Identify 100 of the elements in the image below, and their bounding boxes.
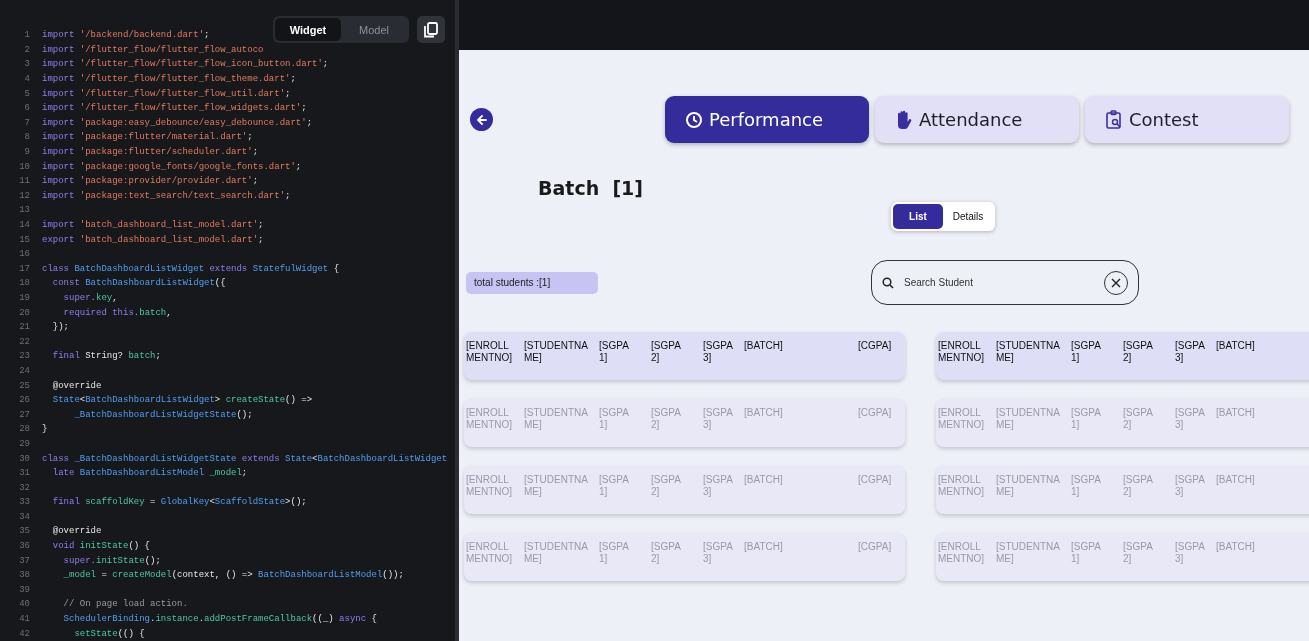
code-line: _BatchDashboardListWidgetState(); (73, 409, 253, 420)
code-line: @override (51, 526, 102, 537)
close-icon (1111, 277, 1121, 288)
line-number: 17 (18, 263, 31, 274)
line-number: 39 (18, 584, 31, 595)
code-line: import 'batch_dashboard_list_model.dart'; (42, 220, 264, 230)
line-number: 20 (18, 307, 31, 318)
student-card[interactable]: [ENROLLMENTNO] [STUDENTNAME] [SGPA1] [SGPA2] [SGPA3] [BATCH] (936, 332, 1309, 380)
code-line: import 'package:flutter/scheduler.dart'; (42, 147, 259, 158)
code-line: super.key, (62, 293, 118, 303)
code-line: import 'package:flutter/material.dart'; (42, 132, 253, 143)
line-number: 6 (23, 103, 31, 114)
line-number: 34 (18, 511, 31, 522)
copy-icon (424, 21, 438, 38)
card-field: [SGPA1] (599, 340, 635, 364)
code-line: final String? batch; (51, 351, 161, 362)
card-field: [STUDENTNAME] (524, 474, 588, 498)
card-field: [STUDENTNAME] (524, 541, 588, 565)
line-number: 16 (18, 249, 31, 260)
line-number: 26 (18, 395, 31, 406)
code-line: setState(() { (73, 628, 145, 639)
card-field: [CGPA] (858, 340, 898, 352)
card-field: [SGPA3] (703, 407, 739, 431)
code-line: required this.batch, (62, 307, 172, 318)
line-number: 40 (18, 599, 31, 610)
card-field: [SGPA1] (1071, 474, 1107, 498)
code-line: import '/flutter_flow/flutter_flow_icon_button.dart'; (42, 59, 329, 70)
card-field: [SGPA3] (1175, 474, 1211, 498)
card-field: [SGPA1] (1071, 340, 1107, 364)
line-number: 38 (18, 570, 31, 581)
code-line: import '/backend/backend.dart'; (42, 30, 210, 41)
code-line: }); (51, 322, 69, 333)
line-number: 15 (18, 234, 31, 245)
copy-button[interactable] (417, 16, 445, 43)
card-field: [CGPA] (858, 541, 898, 553)
code-line: _model = createModel(context, () => BatchDashboardListModel()); (62, 570, 404, 581)
line-number: 5 (23, 88, 31, 99)
line-number: 23 (18, 351, 31, 362)
nav-tab[interactable]: Contest (1085, 96, 1289, 143)
nav-tab[interactable]: Attendance (875, 96, 1079, 143)
line-number: 7 (23, 117, 31, 128)
card-field: [SGPA1] (599, 541, 635, 565)
card-field: [ENROLLMENTNO] (938, 407, 989, 431)
line-number: 13 (18, 205, 31, 216)
toggle-option[interactable]: Widget (275, 18, 341, 41)
line-number: 24 (18, 365, 31, 376)
card-field: [SGPA3] (1175, 541, 1211, 565)
card-field: [STUDENTNAME] (524, 407, 588, 431)
code-line: late BatchDashboardListModel _model; (51, 468, 248, 479)
card-field: [BATCH] (1216, 474, 1260, 486)
card-field: [BATCH] (744, 407, 788, 419)
card-field: [STUDENTNAME] (996, 407, 1060, 431)
card-field: [SGPA3] (1175, 407, 1211, 431)
code-line: SchedulerBinding.instance.addPostFrameCallback((_) async { (62, 614, 377, 625)
code-line: super.initState(); (62, 555, 161, 566)
card-field: [ENROLLMENTNO] (466, 407, 517, 431)
line-number: 8 (23, 132, 31, 143)
card-field: [BATCH] (744, 340, 788, 352)
line-number: 1 (23, 30, 31, 41)
line-number: 18 (18, 278, 31, 289)
line-number: 19 (18, 293, 31, 303)
code-line: import 'package:google_fonts/google_fonts.dart'; (42, 161, 302, 172)
line-number: 27 (18, 409, 31, 420)
card-field: [STUDENTNAME] (524, 340, 588, 364)
card-field: [SGPA2] (1123, 474, 1159, 498)
code-line: export 'batch_dashboard_list_model.dart'; (42, 234, 264, 245)
card-field: [STUDENTNAME] (996, 474, 1060, 498)
card-field: [SGPA2] (651, 541, 687, 565)
student-card[interactable]: [ENROLLMENTNO] [STUDENTNAME] [SGPA1] [SGPA2] [SGPA3] [BATCH] [CGPA] (464, 332, 905, 380)
line-number: 14 (18, 220, 31, 230)
code-line: class _BatchDashboardListWidgetState extends State<BatchDashboardListWidget (42, 453, 448, 464)
card-field: [SGPA3] (1175, 340, 1211, 364)
code-line: void initState() { (51, 541, 151, 552)
code-line: import '/flutter_flow/flutter_flow_widgets.dart'; (42, 103, 307, 114)
card-field: [ENROLLMENTNO] (938, 474, 989, 498)
line-number: 10 (18, 161, 31, 172)
back-button[interactable] (470, 108, 493, 131)
toggle-option[interactable]: List (893, 204, 943, 229)
card-field: [SGPA3] (703, 474, 739, 498)
card-field: [STUDENTNAME] (996, 541, 1060, 565)
line-number: 33 (18, 497, 31, 508)
line-number: 41 (18, 614, 31, 625)
card-field: [SGPA1] (1071, 541, 1107, 565)
toggle-option[interactable]: Model (341, 18, 407, 41)
line-number: 42 (18, 628, 31, 639)
code-line: import 'package:easy_debounce/easy_debounce.dart'; (42, 117, 313, 128)
code-line: State<BatchDashboardListWidget> createState() => (51, 395, 313, 406)
card-field: [ENROLLMENTNO] (466, 340, 517, 364)
total-students-label: total students :[1] (466, 271, 598, 294)
card-field: [SGPA2] (651, 474, 687, 498)
card-field: [ENROLLMENTNO] (938, 541, 989, 565)
card-field: [CGPA] (858, 474, 898, 486)
card-field: [SGPA1] (599, 407, 635, 431)
search-field[interactable]: Search Student (902, 276, 1096, 289)
card-field: [SGPA2] (1123, 407, 1159, 431)
line-number: 12 (18, 190, 31, 201)
line-number: 9 (23, 147, 31, 158)
card-field: [BATCH] (1216, 340, 1260, 352)
code-line: @override (51, 380, 102, 391)
nav-tab[interactable]: Performance (665, 96, 869, 143)
